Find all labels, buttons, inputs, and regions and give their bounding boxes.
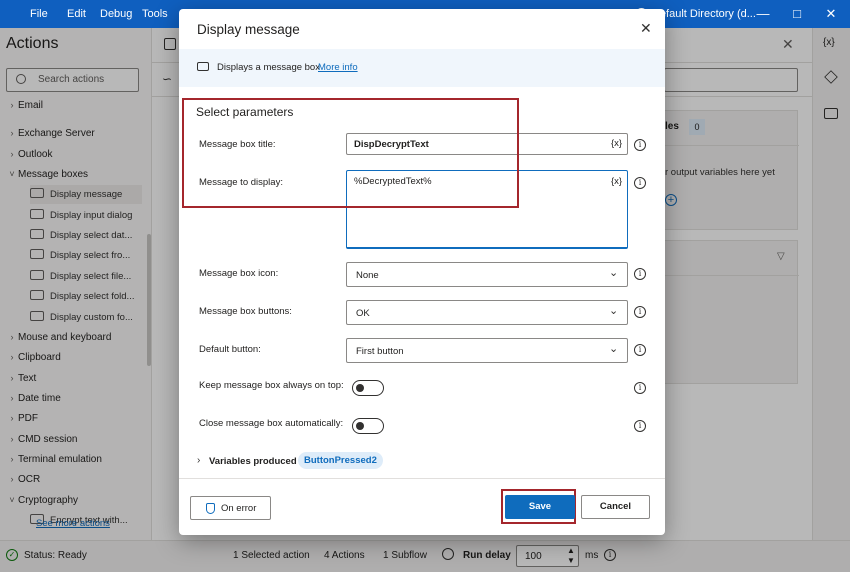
menu-edit[interactable]: Edit [67,0,86,28]
on-error-button[interactable]: On error [190,496,271,520]
account-name[interactable]: Default Directory (d... [652,0,756,28]
on-error-label: On error [221,503,257,514]
default-button-select[interactable]: First button ⌄ [346,338,628,363]
always-on-top-label: Keep message box always on top: [199,380,344,391]
close-dialog-icon[interactable]: ✕ [640,20,652,37]
info-icon[interactable]: i [634,344,646,356]
buttons-label: Message box buttons: [199,306,292,317]
close-window-icon[interactable]: ✕ [814,0,848,28]
chevron-down-icon: ⌄ [609,343,619,355]
divider [179,478,665,479]
info-icon[interactable]: i [634,268,646,280]
dialog-title: Display message [197,22,300,37]
menu-debug[interactable]: Debug [100,0,132,28]
close-auto-label: Close message box automatically: [199,418,344,429]
message-icon [197,62,209,71]
minimize-icon[interactable]: — [746,0,780,28]
display-message-dialog: Display message ✕ Displays a message box… [179,9,665,535]
menu-tools[interactable]: Tools [142,0,168,28]
variables-produced-label[interactable]: Variables produced [209,456,297,467]
icon-label: Message box icon: [199,268,279,279]
insert-variable-icon[interactable]: {x} [611,138,622,149]
buttons-value: OK [356,308,370,319]
more-info-link[interactable]: More info [318,62,358,73]
icon-select[interactable]: None ⌄ [346,262,628,287]
insert-variable-icon[interactable]: {x} [611,176,622,187]
dialog-description: Displays a message box [217,62,320,73]
chevron-down-icon: ⌄ [609,305,619,317]
maximize-icon[interactable]: □ [780,0,814,28]
chevron-down-icon: ⌄ [609,267,619,279]
chevron-right-icon[interactable]: › [197,455,200,466]
highlight-box [182,98,519,208]
always-on-top-toggle[interactable] [352,380,384,396]
menu-file[interactable]: File [30,0,48,28]
cancel-button[interactable]: Cancel [581,495,650,519]
shield-icon [206,503,215,514]
button-pressed-variable[interactable]: ButtonPressed2 [298,452,383,469]
info-icon[interactable]: i [634,139,646,151]
info-icon[interactable]: i [634,177,646,189]
default-button-label: Default button: [199,344,261,355]
save-button[interactable]: Save [505,495,575,519]
close-auto-toggle[interactable] [352,418,384,434]
info-icon[interactable]: i [634,306,646,318]
info-icon[interactable]: i [634,420,646,432]
info-icon[interactable]: i [634,382,646,394]
default-button-value: First button [356,346,404,357]
buttons-select[interactable]: OK ⌄ [346,300,628,325]
icon-value: None [356,270,379,281]
description-bar: Displays a message box More info [179,49,665,87]
